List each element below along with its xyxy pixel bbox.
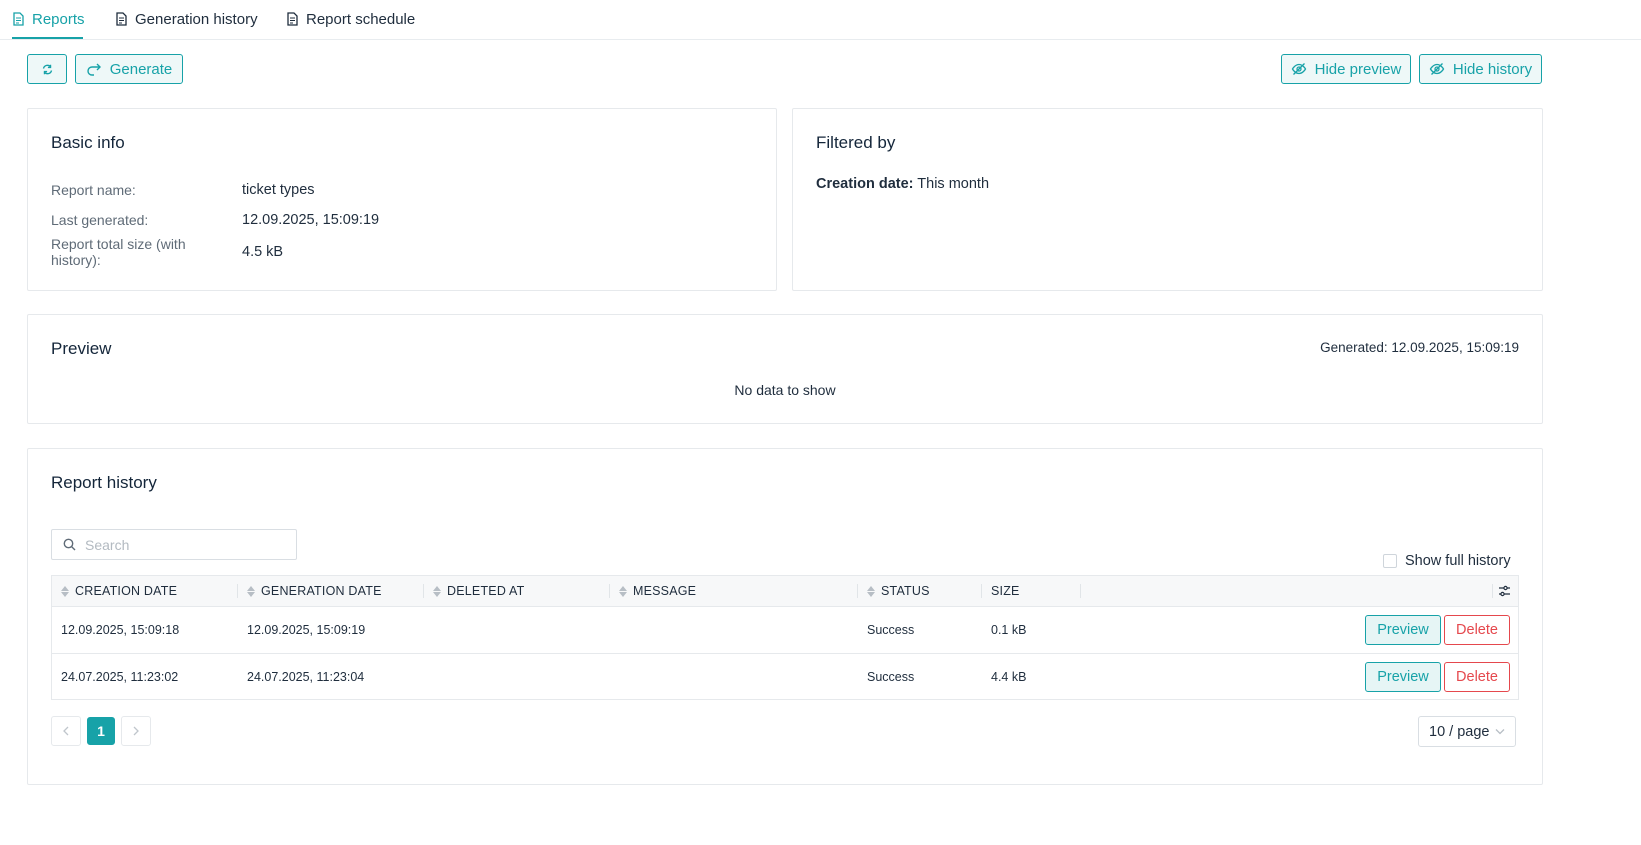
search-icon	[63, 538, 76, 551]
basic-info-title: Basic info	[51, 133, 125, 152]
show-full-history-label: Show full history	[1405, 553, 1511, 569]
tab-label: Reports	[32, 10, 85, 28]
sort-icon[interactable]	[867, 585, 875, 597]
column-label: CREATION DATE	[75, 584, 178, 598]
hide-preview-button[interactable]: Hide preview	[1281, 54, 1411, 84]
tab-report-schedule[interactable]: Report schedule	[286, 0, 415, 38]
cell-status: Success	[867, 623, 915, 637]
col-generation-date[interactable]: GENERATION DATE	[247, 576, 382, 606]
preview-card: Preview Generated: 12.09.2025, 15:09:19 …	[27, 314, 1543, 424]
basic-info-card: Basic info Report name: ticket types Las…	[27, 108, 777, 291]
tab-label: Generation history	[135, 10, 258, 28]
column-label: DELETED AT	[447, 584, 525, 598]
delete-row-button[interactable]: Delete	[1444, 615, 1510, 645]
cell-generation-date: 12.09.2025, 15:09:19	[247, 623, 366, 637]
cell-creation-date: 24.07.2025, 11:23:02	[61, 670, 179, 684]
report-name-label: Report name:	[51, 182, 136, 198]
file-text-icon	[115, 12, 128, 26]
search-box[interactable]	[51, 529, 297, 560]
file-text-icon	[12, 12, 25, 26]
tab-reports[interactable]: Reports	[12, 0, 85, 39]
page-size-value: 10 / page	[1429, 723, 1490, 740]
filtered-by-card: Filtered by Creation date: This month	[792, 108, 1543, 291]
filter-item: Creation date: This month	[816, 176, 989, 192]
redo-icon	[86, 62, 102, 76]
tab-bar: Reports Generation history Report schedu…	[0, 0, 1641, 40]
last-generated-label: Last generated:	[51, 212, 149, 228]
sort-icon[interactable]	[247, 585, 255, 597]
column-settings-button[interactable]	[1498, 576, 1511, 606]
cell-size: 4.4 kB	[991, 670, 1027, 684]
file-text-icon	[286, 12, 299, 26]
cell-creation-date: 12.09.2025, 15:09:18	[61, 623, 180, 637]
hide-preview-label: Hide preview	[1314, 60, 1402, 78]
refresh-icon	[41, 63, 54, 76]
preview-generated: Generated: 12.09.2025, 15:09:19	[1320, 340, 1519, 355]
sort-icon[interactable]	[619, 585, 627, 597]
col-size: SIZE	[991, 576, 1020, 606]
generate-button[interactable]: Generate	[75, 54, 183, 84]
chevron-down-icon	[1495, 728, 1505, 735]
search-input[interactable]	[83, 535, 277, 554]
col-deleted-at[interactable]: DELETED AT	[433, 576, 524, 606]
total-size-label: Report total size (with history):	[51, 236, 186, 268]
show-full-history-toggle[interactable]: Show full history	[1383, 553, 1511, 569]
chevron-right-icon	[132, 726, 140, 736]
filter-key: Creation date:	[816, 176, 914, 192]
column-label: GENERATION DATE	[261, 584, 382, 598]
report-history-title: Report history	[51, 473, 157, 492]
column-label: MESSAGE	[633, 584, 697, 598]
refresh-button[interactable]	[27, 54, 67, 84]
preview-row-button[interactable]: Preview	[1365, 662, 1441, 692]
history-table: CREATION DATE GENERATION DATE DELETED AT…	[51, 575, 1519, 700]
total-size-value: 4.5 kB	[242, 244, 284, 260]
col-creation-date[interactable]: CREATION DATE	[61, 576, 177, 606]
delete-row-button[interactable]: Delete	[1444, 662, 1510, 692]
report-name-value: ticket types	[242, 182, 315, 198]
next-page-button[interactable]	[121, 716, 151, 746]
eye-off-icon	[1429, 62, 1445, 76]
last-generated-value: 12.09.2025, 15:09:19	[242, 212, 380, 228]
page-1-button[interactable]: 1	[87, 717, 115, 745]
show-full-history-checkbox[interactable]	[1383, 554, 1397, 568]
table-row: 24.07.2025, 11:23:02 24.07.2025, 11:23:0…	[52, 654, 1518, 700]
cell-size: 0.1 kB	[991, 623, 1027, 637]
generate-label: Generate	[109, 60, 173, 78]
prev-page-button[interactable]	[51, 716, 81, 746]
tab-generation-history[interactable]: Generation history	[115, 0, 258, 38]
preview-row-button[interactable]: Preview	[1365, 615, 1441, 645]
sort-icon[interactable]	[61, 585, 69, 597]
filtered-by-title: Filtered by	[816, 133, 896, 152]
settings-sliders-icon	[1498, 585, 1511, 597]
col-status[interactable]: STATUS	[867, 576, 930, 606]
eye-off-icon	[1291, 62, 1307, 76]
page-size-select[interactable]: 10 / page	[1418, 716, 1516, 747]
col-message[interactable]: MESSAGE	[619, 576, 696, 606]
sort-icon[interactable]	[433, 585, 441, 597]
chevron-left-icon	[62, 726, 70, 736]
cell-generation-date: 24.07.2025, 11:23:04	[247, 670, 365, 684]
no-data-text: No data to show	[734, 382, 836, 398]
hide-history-button[interactable]: Hide history	[1419, 54, 1542, 84]
report-history-card: Report history Show full history CREATIO…	[27, 448, 1543, 785]
preview-title: Preview	[51, 339, 112, 358]
column-label: SIZE	[991, 584, 1020, 598]
table-header: CREATION DATE GENERATION DATE DELETED AT…	[52, 576, 1518, 607]
column-label: STATUS	[881, 584, 930, 598]
tab-label: Report schedule	[306, 10, 416, 28]
hide-history-label: Hide history	[1452, 60, 1533, 78]
table-row: 12.09.2025, 15:09:18 12.09.2025, 15:09:1…	[52, 607, 1518, 654]
cell-status: Success	[867, 670, 915, 684]
filter-value: This month	[917, 176, 990, 192]
